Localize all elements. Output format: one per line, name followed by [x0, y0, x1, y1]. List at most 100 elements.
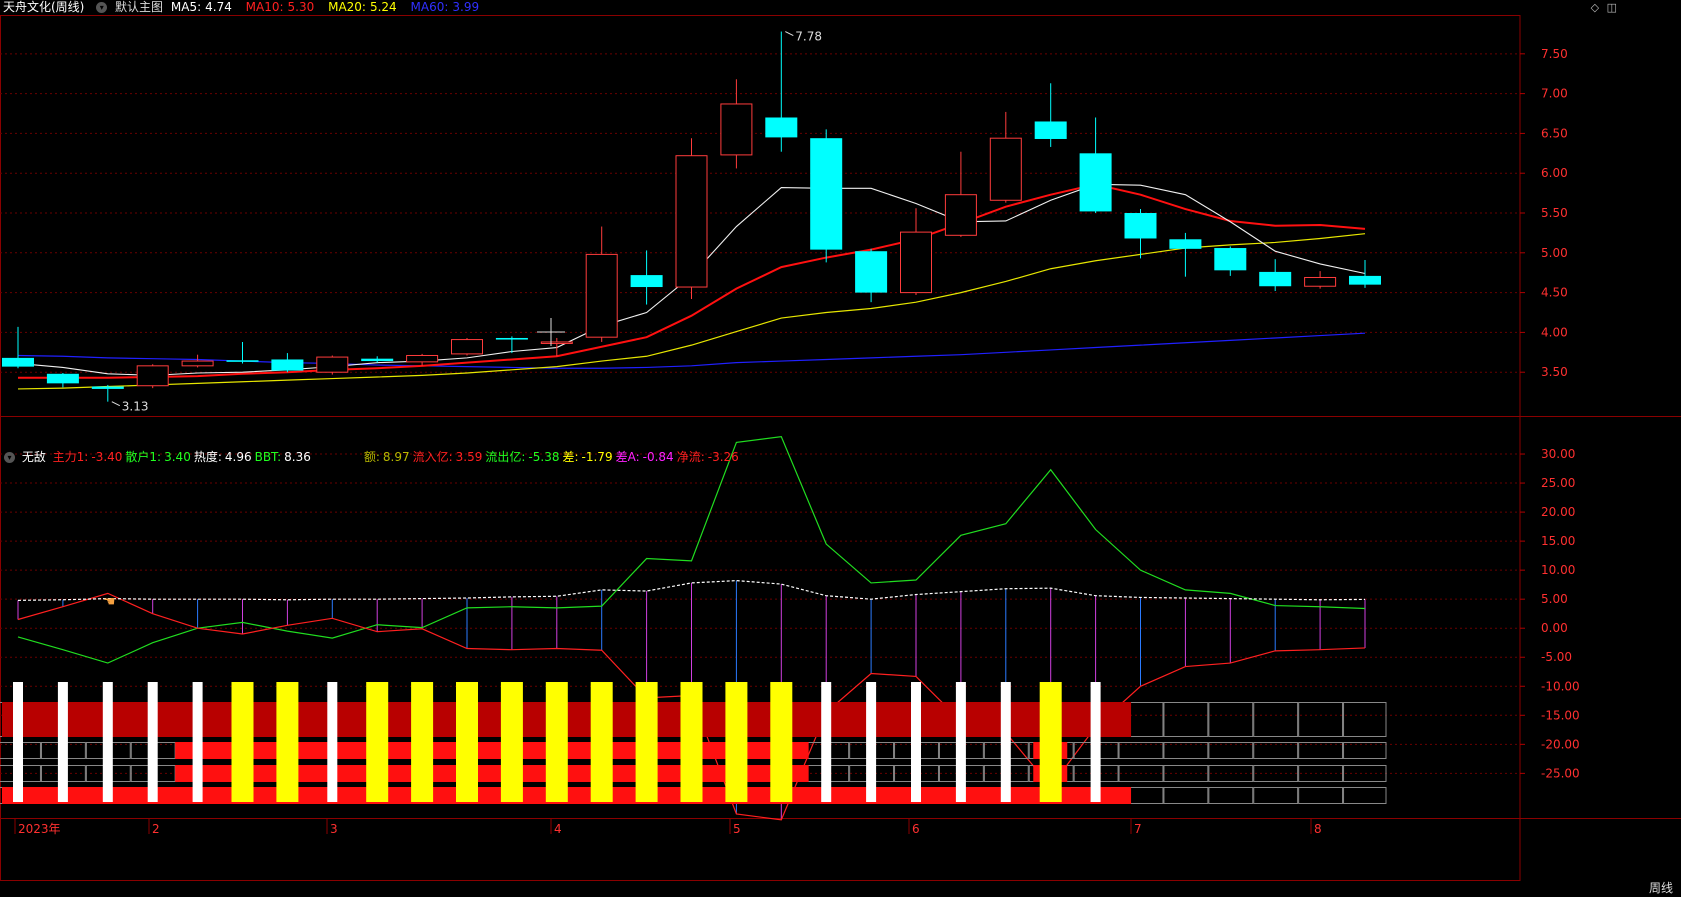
sub-indicator-label: 净流: — [676, 450, 705, 464]
indicator-name[interactable]: 无敌 — [22, 450, 46, 464]
band-cell — [1208, 742, 1254, 759]
candle-body — [316, 356, 349, 373]
ma10-label: MA10: — [245, 0, 284, 14]
candle-body — [46, 373, 79, 384]
candle-body — [675, 155, 708, 288]
y-tick-label: -10.00 — [1541, 679, 1580, 693]
y-tick-label: 5.00 — [1541, 592, 1568, 606]
candle-body — [1349, 275, 1381, 285]
sub-indicator-value: -5.38 — [528, 450, 560, 464]
band-cell — [1298, 702, 1344, 737]
x-axis-label: 5 — [733, 822, 741, 836]
signal-column — [911, 682, 921, 802]
candle-body — [1034, 121, 1067, 139]
x-axis-label: 2 — [152, 822, 160, 836]
y-tick-label: 4.00 — [1541, 325, 1568, 339]
y-tick-label: -25.00 — [1541, 766, 1580, 780]
candle-body — [1214, 248, 1247, 271]
y-tick-label: -5.00 — [1541, 650, 1572, 664]
candle-body — [91, 386, 124, 389]
sub-indicator-value: 8.36 — [284, 450, 311, 464]
candle-body — [944, 194, 977, 236]
y-tick-label: 6.50 — [1541, 126, 1568, 140]
sub-indicator-value: -3.40 — [91, 450, 123, 464]
ma5-label: MA5: — [170, 0, 202, 14]
x-axis-label: 2023年 — [18, 822, 61, 836]
candle-body — [630, 275, 663, 288]
y-tick-label: 20.00 — [1541, 505, 1575, 519]
sub-indicator-label: 主力1: — [52, 450, 89, 464]
panel-icon[interactable]: ◫ — [1607, 1, 1617, 14]
dropdown-icon[interactable]: ▾ — [4, 452, 15, 463]
signal-column — [411, 682, 434, 802]
main-chart-label[interactable]: 默认主图 — [115, 0, 163, 14]
price-chart[interactable]: 7.50 7.00 6.50 6.00 5.50 5.00 4.50 4.00 3.50 7.78… — [0, 0, 1681, 897]
stock-name[interactable]: 天舟文化(周线) — [3, 0, 84, 14]
sub-indicator-label: 差: — [562, 450, 579, 464]
candle-body — [361, 358, 394, 362]
signal-column — [1039, 682, 1062, 802]
signal-column — [955, 682, 966, 802]
signal-column — [276, 682, 299, 802]
y-tick-label: 5.00 — [1541, 246, 1568, 260]
signal-column — [866, 682, 877, 802]
sub-indicator-value: 4.96 — [224, 450, 252, 464]
candle-body — [1124, 213, 1157, 239]
sub-indicator-value: -0.84 — [642, 450, 674, 464]
diamond-icon[interactable]: ◇ — [1591, 1, 1599, 14]
ma60-value: 3.99 — [452, 0, 480, 14]
stock-chart-window[interactable]: 7.50 7.00 6.50 6.00 5.50 5.00 4.50 4.00 3.50 7.78… — [0, 0, 1681, 897]
signal-column — [231, 682, 254, 802]
sub-chart-header: ▾ 无敌 主力1: -3.40 散户1: 3.40 热度: 4.96 BBT: 8.36 额: 8… — [0, 450, 745, 465]
x-axis-label: 3 — [330, 822, 338, 836]
band-cell — [1208, 702, 1254, 737]
candle-body — [1079, 153, 1112, 212]
candle-body — [451, 339, 483, 355]
band-cell — [1163, 702, 1209, 737]
sub-indicator-value: -1.79 — [581, 450, 613, 464]
signal-column — [635, 682, 658, 802]
y-tick-label: 0.00 — [1541, 621, 1568, 635]
x-axis-label: 4 — [554, 822, 562, 836]
candle-body — [136, 365, 169, 387]
band-cell — [1343, 787, 1387, 804]
ma10-value: 5.30 — [287, 0, 315, 14]
sub-indicator-label: 流入亿: — [412, 450, 453, 464]
period-label[interactable]: 周线 — [1649, 879, 1673, 896]
x-axis-label: 8 — [1314, 822, 1322, 836]
ma5-value: 4.74 — [205, 0, 232, 14]
band-cell — [1253, 787, 1299, 804]
x-axis-label: 7 — [1134, 822, 1142, 836]
x-axis-label: 6 — [912, 822, 920, 836]
candle-body — [720, 103, 753, 156]
candle-body — [810, 138, 843, 250]
signal-column — [680, 682, 703, 802]
y-tick-label: -20.00 — [1541, 737, 1580, 751]
band-cell — [1343, 702, 1387, 737]
candle-body — [855, 251, 888, 293]
sub-indicator-value: -3.26 — [707, 450, 739, 464]
y-tick-label: 7.00 — [1541, 87, 1568, 101]
sub-indicator-label: 热度: — [193, 450, 222, 464]
y-tick-label: 4.50 — [1541, 286, 1568, 300]
signal-column — [725, 682, 748, 802]
price-annotation: 7.78 — [795, 30, 822, 44]
band-cell — [1343, 742, 1387, 759]
y-tick-label: 3.50 — [1541, 365, 1568, 379]
sub-indicator-value: 8.97 — [382, 450, 410, 464]
signal-column — [192, 682, 203, 802]
candle-body — [585, 253, 618, 338]
signal-column — [545, 682, 568, 802]
sub-indicator-label: 散户1: — [125, 450, 162, 464]
dropdown-icon[interactable]: ▾ — [96, 2, 108, 13]
signal-column — [1000, 682, 1011, 802]
band-cell — [1343, 765, 1387, 782]
candle-body — [271, 359, 304, 371]
ma20-label: MA20: — [328, 0, 366, 14]
y-tick-label: 15.00 — [1541, 534, 1575, 548]
sub-indicator-value: 3.40 — [164, 450, 191, 464]
candle-body — [226, 360, 259, 362]
candle-body — [495, 337, 528, 340]
window-corner-icons: ◇ ◫ — [1587, 1, 1617, 14]
signal-column — [366, 682, 389, 802]
